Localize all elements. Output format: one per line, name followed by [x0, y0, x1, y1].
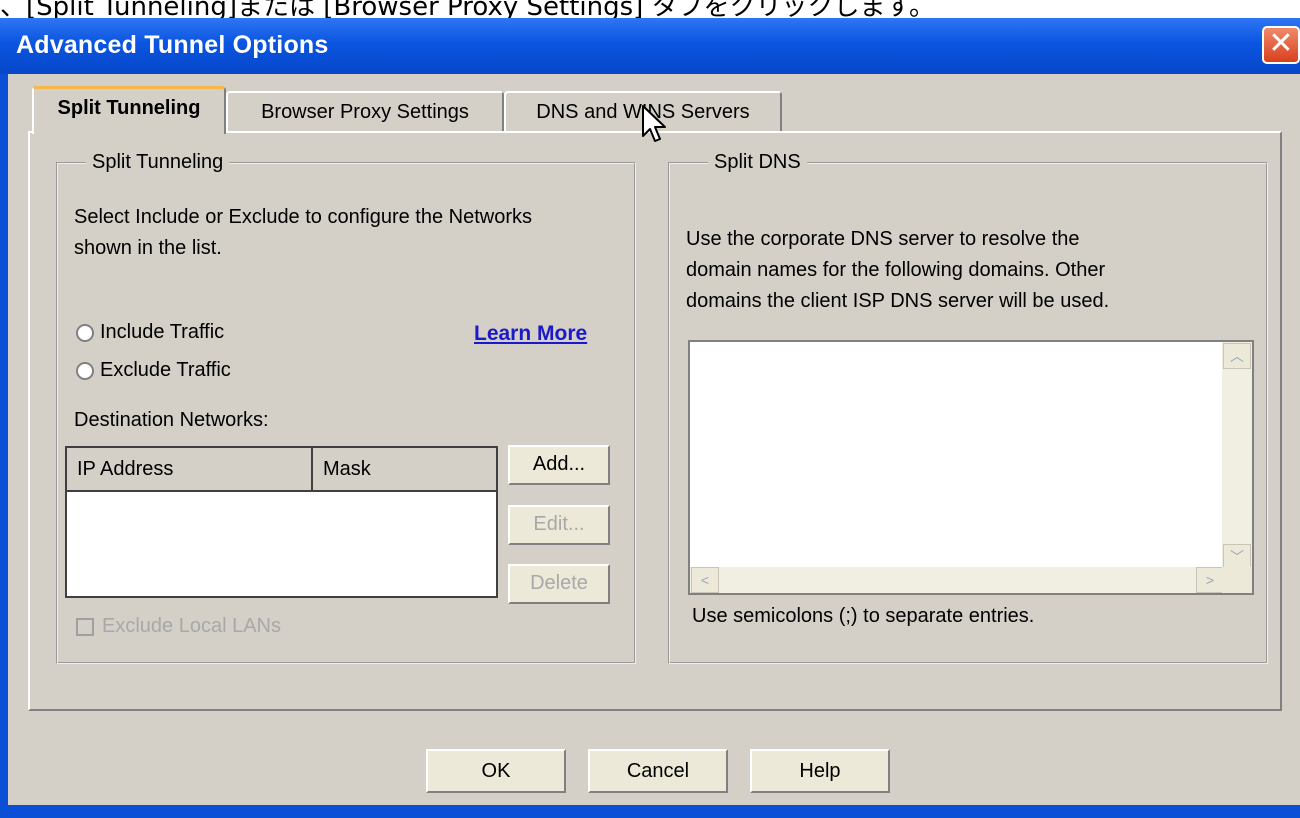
split-dns-description-line2: domain names for the following domains. … — [686, 259, 1106, 281]
learn-more-link[interactable]: Learn More — [474, 322, 587, 346]
split-dns-description-line3: domains the client ISP DNS server will b… — [686, 290, 1110, 312]
include-traffic-radio[interactable] — [76, 324, 94, 342]
list-header: IP Address Mask — [67, 448, 496, 492]
split-dns-description-line1: Use the corporate DNS server to resolve … — [686, 228, 1080, 250]
mouse-cursor-icon — [642, 105, 666, 142]
destination-networks-label: Destination Networks: — [74, 409, 269, 431]
include-traffic-label: Include Traffic — [100, 321, 225, 343]
edit-button[interactable]: Edit... — [508, 505, 610, 545]
vertical-scrollbar[interactable]: ︿ ﹀ — [1222, 342, 1252, 571]
column-header-ip-address[interactable]: IP Address — [67, 448, 313, 490]
destination-networks-list[interactable]: IP Address Mask — [65, 446, 498, 598]
add-button[interactable]: Add... — [508, 445, 610, 485]
delete-button[interactable]: Delete — [508, 564, 610, 604]
scroll-left-icon[interactable]: < — [691, 567, 719, 593]
close-button[interactable]: ✕ — [1262, 26, 1300, 64]
cancel-button[interactable]: Cancel — [588, 749, 728, 793]
tab-browser-proxy-settings[interactable]: Browser Proxy Settings — [226, 91, 504, 133]
split-tunneling-group-title: Split Tunneling — [86, 151, 230, 174]
tab-label: Split Tunneling — [57, 97, 201, 119]
split-tunneling-description-line2: shown in the list. — [74, 237, 222, 259]
split-dns-domains-textarea[interactable]: ︿ ﹀ < > — [688, 340, 1254, 595]
exclude-traffic-label: Exclude Traffic — [100, 359, 231, 381]
tab-label: Browser Proxy Settings — [261, 101, 469, 123]
help-button[interactable]: Help — [750, 749, 890, 793]
ok-button[interactable]: OK — [426, 749, 566, 793]
scroll-right-icon[interactable]: > — [1196, 567, 1224, 593]
exclude-local-lans-label: Exclude Local LANs — [102, 615, 281, 637]
horizontal-scrollbar[interactable]: < > — [690, 567, 1226, 593]
column-header-mask[interactable]: Mask — [313, 448, 493, 490]
instruction-caption: 、[Split Tunneling]または [Browser Proxy Set… — [0, 0, 935, 22]
close-icon: ✕ — [1268, 27, 1294, 60]
split-tunneling-description-line1: Select Include or Exclude to configure t… — [74, 206, 533, 228]
scrollbar-corner — [1222, 567, 1252, 593]
scroll-up-icon[interactable]: ︿ — [1223, 343, 1251, 369]
dialog-title: Advanced Tunnel Options — [16, 31, 329, 59]
tab-split-tunneling[interactable]: Split Tunneling — [32, 86, 226, 134]
split-dns-group-title: Split DNS — [708, 151, 807, 174]
exclude-traffic-radio[interactable] — [76, 362, 94, 380]
split-dns-hint: Use semicolons (;) to separate entries. — [692, 605, 1035, 627]
exclude-local-lans-checkbox[interactable] — [76, 618, 94, 636]
title-bar[interactable]: Advanced Tunnel Options ✕ — [0, 18, 1300, 74]
